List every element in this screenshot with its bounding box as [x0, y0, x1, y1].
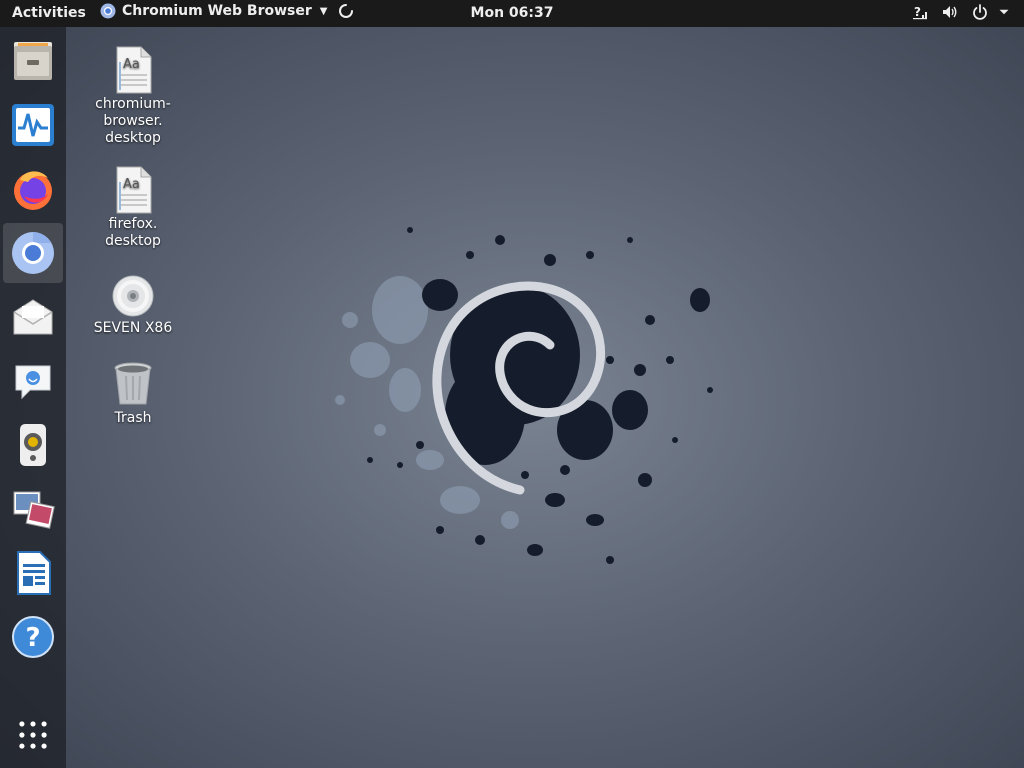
svg-text:?: ?	[914, 5, 921, 19]
network-question-icon[interactable]: ?	[912, 4, 928, 20]
mail-icon	[13, 299, 53, 335]
svg-text:Aa: Aa	[123, 177, 140, 192]
text-file-icon: Aa	[116, 166, 152, 214]
document-icon	[17, 551, 51, 595]
trash-icon	[114, 362, 152, 405]
desktop-icon-trash[interactable]: Trash	[88, 360, 178, 427]
firefox-icon	[14, 171, 52, 210]
chevron-down-icon: ▼	[319, 5, 328, 17]
desktop-icon-firefox-desktop[interactable]: Aa firefox. desktop	[88, 166, 178, 250]
dock: ?	[0, 27, 66, 768]
desktop-icon-seven-x86[interactable]: SEVEN X86	[88, 274, 178, 337]
loading-spinner-icon	[339, 4, 354, 18]
app-menu[interactable]: Chromium Web Browser ▼	[100, 3, 354, 19]
disc-icon	[112, 275, 154, 317]
dock-item-system-monitor[interactable]	[3, 95, 63, 155]
power-icon	[973, 4, 987, 20]
file-cabinet-icon	[14, 42, 52, 80]
dock-item-music[interactable]	[3, 415, 63, 475]
desktop-icon-label: Trash	[114, 410, 152, 426]
show-applications-button[interactable]	[3, 705, 63, 765]
chat-icon	[15, 365, 51, 400]
system-monitor-icon	[12, 104, 54, 146]
chevron-down-icon	[999, 9, 1009, 15]
app-menu-label: Chromium Web Browser	[122, 3, 312, 19]
dock-item-chromium[interactable]	[3, 223, 63, 283]
help-icon: ?	[12, 616, 54, 658]
chromium-icon	[12, 232, 54, 274]
desktop-icon-label: chromium- browser. desktop	[95, 96, 171, 146]
dock-item-firefox[interactable]	[3, 159, 63, 219]
dock-item-help[interactable]: ?	[3, 607, 63, 667]
speaker-icon	[20, 424, 46, 466]
desktop-icon-label: firefox. desktop	[105, 216, 161, 249]
top-bar: Activities Chromium Web Browser ▼ Mon 06…	[0, 0, 1024, 27]
dock-item-mail[interactable]	[3, 287, 63, 347]
app-grid-icon	[19, 721, 47, 749]
system-tray[interactable]: ?	[912, 4, 1010, 20]
volume-icon[interactable]	[942, 4, 958, 20]
svg-text:Aa: Aa	[123, 57, 140, 72]
chromium-icon	[100, 3, 116, 19]
text-file-icon: Aa	[116, 46, 152, 94]
desktop-icon-chromium-desktop[interactable]: Aa chromium- browser. desktop	[88, 46, 178, 147]
clock-label[interactable]: Mon 06:37	[471, 5, 554, 21]
dock-item-files[interactable]	[3, 31, 63, 91]
dock-item-writer[interactable]	[3, 543, 63, 603]
image-viewer-icon	[13, 491, 55, 529]
svg-text:?: ?	[25, 623, 40, 653]
dock-item-chat[interactable]	[3, 351, 63, 411]
activities-button[interactable]: Activities	[12, 5, 86, 21]
dock-item-image-viewer[interactable]	[3, 479, 63, 539]
power-menu[interactable]	[972, 4, 1010, 20]
desktop-icon-label: SEVEN X86	[93, 320, 173, 336]
debian-swirl-icon	[335, 227, 713, 564]
